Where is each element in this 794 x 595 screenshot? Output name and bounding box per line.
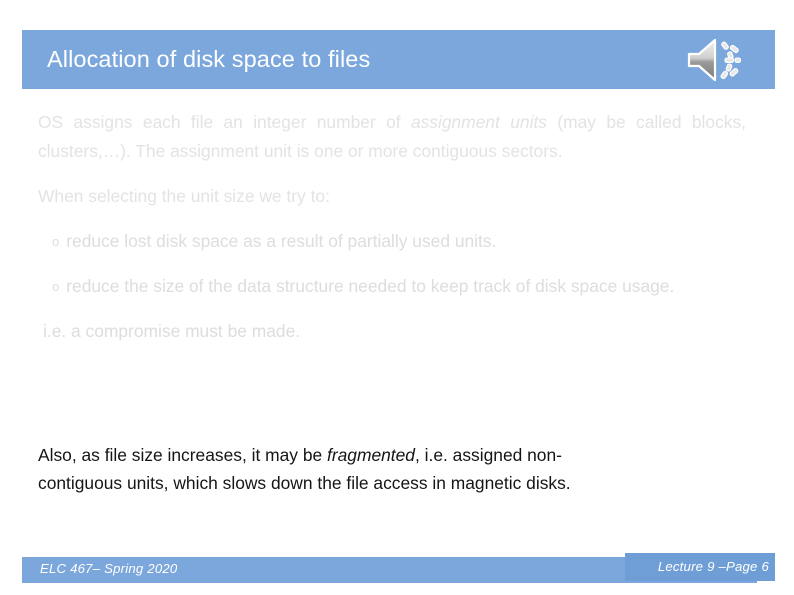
slide-body: OS assigns each file an integer number o… [38, 108, 746, 346]
body-paragraph-4: Also, as file size increases, it may be … [38, 441, 744, 497]
paragraph-1-text-start: OS assigns each file an integer number o… [38, 112, 411, 132]
body-paragraph-2: When selecting the unit size we try to: [38, 186, 330, 206]
footer-page-label: Lecture 9 –Page 6 [657, 559, 769, 574]
slide-canvas: Allocation of disk space to files OS ass… [0, 0, 794, 595]
body-paragraph-3: i.e. a compromise must be made. [43, 321, 301, 341]
speaker-audio-icon[interactable] [685, 37, 775, 83]
bullet-circle-icon: o [52, 234, 60, 249]
list-item-label: reduce the size of the data structure ne… [66, 276, 675, 296]
list-item-label: reduce lost disk space as a result of pa… [66, 231, 497, 251]
paragraph-4-text-mid: , i.e. assigned non- [414, 445, 562, 465]
bullet-circle-icon: o [52, 279, 60, 294]
paragraph-4-text-end: contiguous units, which slows down the f… [38, 473, 571, 493]
paragraph-4-text-start: Also, as file size increases, it may be [38, 445, 327, 465]
slide-title-bar: Allocation of disk space to files [22, 30, 775, 89]
paragraph-4-emphasis: fragmented [327, 445, 415, 465]
list-item: o reduce lost disk space as a result of … [38, 227, 746, 256]
footer-course-label: ELC 467– Spring 2020 [40, 561, 178, 576]
page-title: Allocation of disk space to files [47, 46, 371, 72]
body-paragraph-1: OS assigns each file an integer number o… [38, 108, 746, 166]
paragraph-1-emphasis: assignment units [410, 112, 547, 132]
list-item: o reduce the size of the data structure … [38, 272, 746, 301]
